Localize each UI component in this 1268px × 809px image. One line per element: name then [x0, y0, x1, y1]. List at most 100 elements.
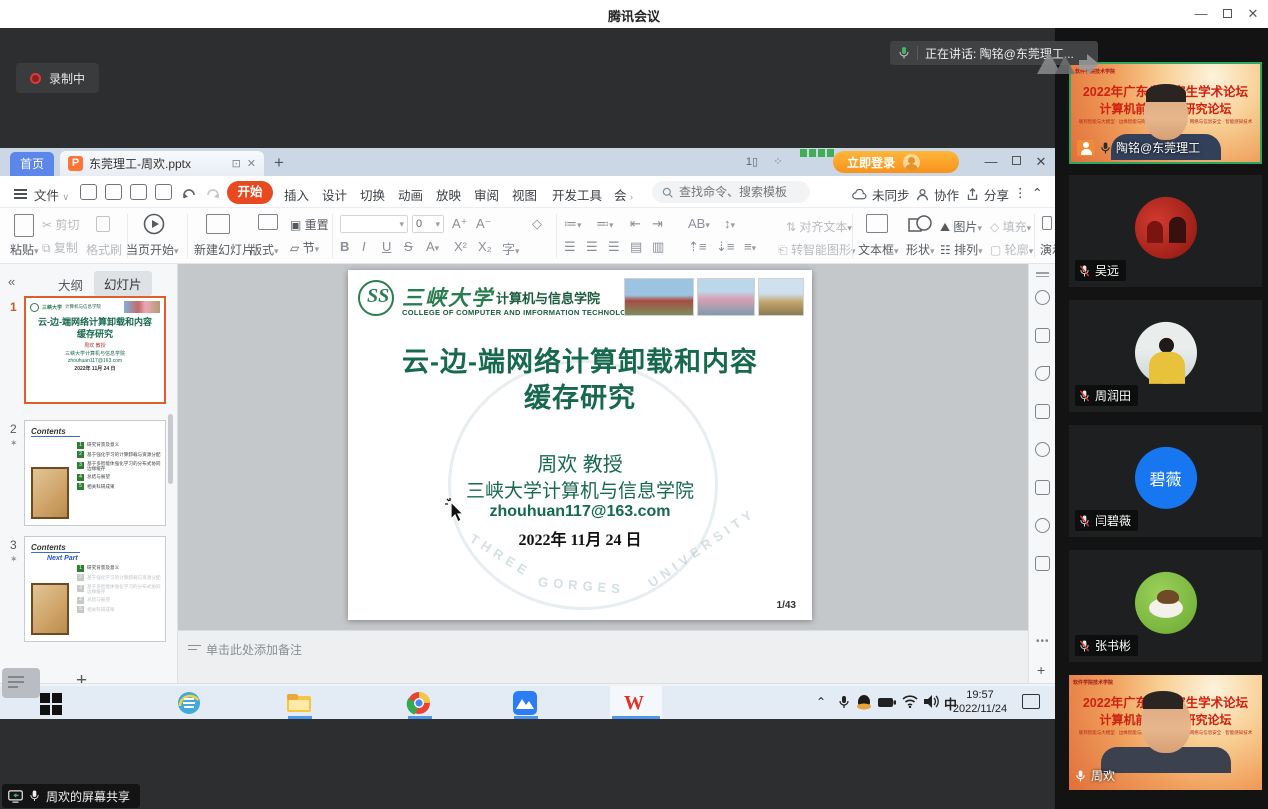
redo-icon[interactable] [205, 184, 221, 200]
textbox-icon[interactable] [866, 214, 888, 233]
tab-outline[interactable]: 大纲 [58, 275, 83, 294]
image-tools-icon[interactable] [1035, 480, 1050, 495]
para-spacing-icon[interactable]: ≡▾ [744, 239, 756, 254]
tray-mic-icon[interactable] [838, 694, 850, 710]
menu-devtools[interactable]: 开发工具 [552, 185, 602, 204]
ie-browser-icon[interactable] [176, 690, 202, 716]
para-spacing-after-icon[interactable]: ⇣≡ [716, 239, 734, 255]
beautify-rocket-icon[interactable] [1035, 290, 1050, 305]
menu-review[interactable]: 审阅 [474, 185, 499, 204]
sync-status[interactable]: 未同步 [852, 185, 910, 204]
close-tab-icon[interactable]: ✕ [247, 157, 256, 170]
clear-format-icon[interactable]: ◇ [532, 216, 542, 232]
menu-insert[interactable]: 插入 [284, 185, 309, 204]
menu-view[interactable]: 视图 [512, 185, 537, 204]
more-options-icon[interactable]: ⋮ [1014, 185, 1027, 200]
wps-restore-button[interactable] [1005, 152, 1027, 172]
to-smartart-button[interactable]: ⎗ 转智能图形▾ [778, 241, 855, 258]
tray-speaker-icon[interactable] [924, 695, 939, 708]
menu-file[interactable]: 文件 ∨ [34, 185, 69, 204]
taskbar-clock[interactable]: 19:57 2022/11/24 [952, 688, 1008, 716]
font-size-select[interactable]: ▾ [412, 215, 444, 233]
layout-button[interactable]: 版式▾ [250, 241, 279, 258]
outline-button[interactable]: ▢ 轮廓▾ [990, 241, 1033, 258]
text-direction-icon[interactable]: AB▾ [688, 216, 710, 231]
duplicate-slide-icon[interactable] [1035, 404, 1050, 419]
floating-widget[interactable] [2, 668, 40, 698]
paste-button[interactable]: 粘贴▾ [10, 241, 39, 258]
play-from-current-button[interactable]: 当页开始▾ [126, 241, 179, 258]
picture-button[interactable]: ⛰ 图片▾ [940, 218, 982, 235]
text-effects-icon[interactable]: 字▾ [502, 239, 520, 258]
grid-view-icon[interactable]: ⁘ [768, 153, 788, 171]
arrange-button[interactable]: ☷ 排列▾ [940, 241, 983, 258]
distribute-icon[interactable]: ▥ [652, 239, 664, 255]
format-painter-button[interactable]: 格式刷 [86, 241, 122, 258]
increase-indent-icon[interactable]: ⇥ [652, 216, 663, 232]
participant-tile-zhouhuan[interactable]: 软件学院技术学院 2022年广东省研究生学术论坛 计算机前沿技术研究论坛 联邦智… [1069, 675, 1262, 790]
slide-thumbnail-3[interactable]: Contents Next Part 1研究背景及意义 2基于强化学习的计算卸载… [24, 536, 166, 642]
magic-star-icon[interactable] [1035, 366, 1050, 381]
tray-expand-icon[interactable]: ⌃ [816, 695, 826, 709]
shapes-icon[interactable] [908, 214, 932, 234]
share-window-icon[interactable]: ⊡ [232, 157, 241, 170]
new-tab-button[interactable]: + [274, 153, 284, 173]
rail-more-icon[interactable]: ••• [1036, 636, 1050, 647]
para-spacing-before-icon[interactable]: ⇡≡ [688, 239, 706, 255]
tray-wifi-icon[interactable] [902, 695, 918, 708]
new-slide-icon[interactable] [206, 214, 230, 234]
font-color-icon[interactable]: A▾ [426, 239, 439, 254]
present-tools-icon[interactable] [1042, 216, 1052, 230]
play-from-current-icon[interactable] [143, 213, 165, 235]
tencent-meeting-icon[interactable] [512, 690, 538, 716]
hamburger-menu-icon[interactable] [14, 187, 27, 201]
paste-icon[interactable] [14, 214, 34, 237]
rail-handle-icon[interactable] [1036, 270, 1049, 279]
slide-thumbnail-1[interactable]: 三峡大学 计算机与信息学院 云-边-端网络计算卸载和内容缓存研究 周欢 教授 三… [24, 296, 166, 404]
participant-tile-yanbiwei[interactable]: 碧薇 闫碧薇 [1069, 425, 1262, 537]
align-text-button[interactable]: ⇅ 对齐文本▾ [786, 218, 852, 235]
reading-book-icon[interactable] [1035, 556, 1050, 571]
menu-transition[interactable]: 切换 [360, 185, 385, 204]
collaborate-button[interactable]: 协作 [916, 185, 959, 204]
print-preview-icon[interactable] [155, 184, 172, 200]
window-layout-icon[interactable]: 1▯ [742, 153, 762, 171]
rail-add-icon[interactable]: + [1037, 662, 1045, 678]
font-name-select[interactable]: ▾ [340, 215, 408, 233]
current-slide[interactable]: THREE GORGES UNIVERSITY SS 三峡大学 计算机与信息学院… [348, 270, 812, 620]
recording-badge[interactable]: 录制中 [16, 63, 99, 93]
notes-area[interactable]: 单击此处添加备注 [178, 630, 1028, 683]
align-center-icon[interactable]: ☰ [586, 239, 598, 255]
collapse-ribbon-icon[interactable]: ⌃ [1032, 185, 1042, 200]
superscript-icon[interactable]: X² [454, 239, 467, 254]
italic-icon[interactable]: I [362, 239, 366, 254]
section-button[interactable]: ▱ 节▾ [290, 239, 319, 256]
help-icon[interactable] [1035, 442, 1050, 457]
participant-tile-zhangshubin[interactable]: 张书彬 [1069, 550, 1262, 662]
slide-thumbnail-2[interactable]: Contents 1研究背景及意义 2基于强化学习的计算卸载与资源分配 3基于多… [24, 420, 166, 526]
decrease-indent-icon[interactable]: ⇤ [630, 216, 641, 232]
menu-design[interactable]: 设计 [322, 185, 347, 204]
copy-button[interactable]: ⧉ 复制 [42, 239, 78, 256]
search-input[interactable] [679, 185, 799, 199]
print-icon[interactable] [130, 184, 147, 200]
export-pdf-icon[interactable] [105, 184, 122, 200]
login-button[interactable]: 立即登录 [833, 151, 959, 173]
cut-button[interactable]: ✂ 剪切 [42, 216, 79, 233]
menu-member[interactable]: 会 › [614, 185, 633, 204]
textbox-button[interactable]: 文本框▾ [858, 241, 899, 258]
menu-animation[interactable]: 动画 [398, 185, 423, 204]
collapse-panel-icon[interactable]: « [8, 274, 15, 289]
shapes-button[interactable]: 形状▾ [906, 241, 935, 258]
adjust-sliders-icon[interactable] [1035, 328, 1050, 343]
menu-slideshow[interactable]: 放映 [436, 185, 461, 204]
meeting-close-button[interactable]: ✕ [1244, 5, 1262, 23]
underline-icon[interactable]: U [382, 239, 391, 254]
undo-icon[interactable] [181, 184, 197, 200]
save-icon[interactable] [80, 184, 97, 200]
bold-icon[interactable]: B [340, 239, 349, 254]
tab-slides[interactable]: 幻灯片 [94, 271, 152, 296]
start-button[interactable] [40, 693, 62, 715]
numbering-icon[interactable]: ≕▾ [596, 216, 614, 232]
share-button[interactable]: 分享 [966, 185, 1009, 204]
